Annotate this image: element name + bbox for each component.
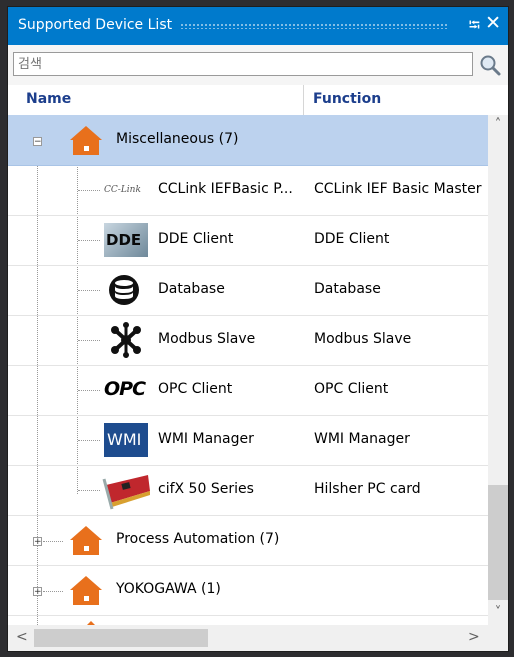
item-name: Modbus Slave bbox=[158, 331, 256, 347]
expand-toggle[interactable]: + bbox=[33, 537, 42, 547]
list-header: Name Function bbox=[8, 85, 508, 116]
tree-item-dde-client[interactable]: DDE DDE Client DDE Client bbox=[8, 215, 488, 266]
vertical-scroll-thumb[interactable] bbox=[488, 485, 508, 600]
tree-item-modbus-slave[interactable]: Modbus Slave Modbus Slave bbox=[8, 315, 488, 366]
column-separator[interactable] bbox=[303, 85, 304, 115]
tree-group-process-automation[interactable]: + Process Automation (7) bbox=[8, 515, 488, 566]
scroll-right-icon[interactable]: > bbox=[468, 629, 480, 645]
tree-item-cifx-50-series[interactable]: cifX 50 Series Hilsher PC card bbox=[8, 465, 488, 516]
tree-branch bbox=[78, 490, 100, 491]
group-label: Process Automation (7) bbox=[116, 531, 280, 547]
collapse-toggle[interactable]: − bbox=[33, 137, 42, 147]
tree-item-wmi-manager[interactable]: WMI WMI Manager WMI Manager bbox=[8, 415, 488, 466]
tree-branch bbox=[78, 240, 100, 241]
folder-house-icon bbox=[70, 526, 102, 555]
group-label: Miscellaneous (7) bbox=[116, 131, 239, 147]
item-name: cifX 50 Series bbox=[158, 481, 254, 497]
folder-house-icon bbox=[70, 126, 102, 155]
database-icon bbox=[109, 275, 139, 305]
search-bar bbox=[8, 45, 508, 85]
scroll-up-icon[interactable]: ˄ bbox=[488, 117, 508, 135]
item-name: WMI Manager bbox=[158, 431, 254, 447]
item-name: CCLink IEFBasic P... bbox=[158, 181, 293, 197]
panel-title: Supported Device List bbox=[18, 17, 173, 33]
cclink-logo-icon: CC-Link bbox=[104, 185, 141, 195]
tree-group-yokogawa[interactable]: + YOKOGAWA (1) bbox=[8, 565, 488, 616]
expand-toggle[interactable]: + bbox=[33, 587, 42, 597]
opc-logo-icon: OPC bbox=[104, 378, 146, 400]
tree-branch bbox=[43, 591, 63, 592]
tree-branch bbox=[43, 541, 63, 542]
tree-item-cclink[interactable]: CC-Link CCLink IEFBasic P... CCLink IEF … bbox=[8, 165, 488, 216]
item-function: OPC Client bbox=[314, 381, 389, 397]
item-name: DDE Client bbox=[158, 231, 234, 247]
scrollbar-corner bbox=[488, 625, 508, 651]
modbus-icon bbox=[111, 322, 141, 358]
scroll-down-icon[interactable]: ˅ bbox=[488, 605, 508, 623]
column-header-name[interactable]: Name bbox=[26, 91, 71, 107]
tree-branch bbox=[78, 390, 100, 391]
tree-group-partial[interactable] bbox=[8, 615, 488, 625]
pin-icon[interactable]: ⭾ bbox=[469, 15, 480, 40]
close-icon[interactable]: ✕ bbox=[485, 12, 501, 34]
wmi-icon: WMI bbox=[104, 423, 148, 457]
item-function: WMI Manager bbox=[314, 431, 410, 447]
tree-branch bbox=[78, 290, 100, 291]
item-function: Database bbox=[314, 281, 381, 297]
horizontal-scrollbar[interactable]: < > bbox=[8, 625, 488, 651]
tree-item-database[interactable]: Database Database bbox=[8, 265, 488, 316]
title-bar-grip bbox=[180, 23, 448, 29]
search-input[interactable] bbox=[13, 52, 473, 76]
magnifier-icon[interactable] bbox=[478, 53, 502, 77]
item-function: Modbus Slave bbox=[314, 331, 412, 347]
scroll-left-icon[interactable]: < bbox=[16, 629, 28, 645]
dde-icon-text: DDE bbox=[106, 231, 142, 249]
tree-item-opc-client[interactable]: OPC OPC Client OPC Client bbox=[8, 365, 488, 416]
item-function: DDE Client bbox=[314, 231, 390, 247]
device-tree: − Miscellaneous (7) CC-Link CCLink IEFBa… bbox=[8, 115, 488, 625]
panel-title-bar[interactable]: Supported Device List ⭾ ✕ bbox=[8, 7, 508, 45]
item-function: Hilsher PC card bbox=[314, 481, 421, 497]
wmi-icon-text: WMI bbox=[107, 430, 142, 449]
pc-card-icon bbox=[102, 475, 150, 510]
tree-branch bbox=[78, 340, 100, 341]
tree-group-miscellaneous[interactable]: − Miscellaneous (7) bbox=[8, 115, 488, 166]
column-header-function[interactable]: Function bbox=[313, 91, 381, 107]
item-name: Database bbox=[158, 281, 225, 297]
item-name: OPC Client bbox=[158, 381, 233, 397]
item-function: CCLink IEF Basic Master bbox=[314, 181, 482, 197]
dde-icon: DDE bbox=[104, 223, 148, 257]
tree-branch bbox=[78, 440, 100, 441]
horizontal-scroll-thumb[interactable] bbox=[34, 629, 208, 647]
tree-branch bbox=[78, 190, 100, 191]
supported-device-list-panel: Supported Device List ⭾ ✕ Name Function … bbox=[7, 6, 509, 652]
group-label: YOKOGAWA (1) bbox=[116, 581, 221, 597]
folder-house-icon bbox=[70, 576, 102, 605]
vertical-scrollbar[interactable]: ˄ ˅ bbox=[488, 115, 508, 625]
